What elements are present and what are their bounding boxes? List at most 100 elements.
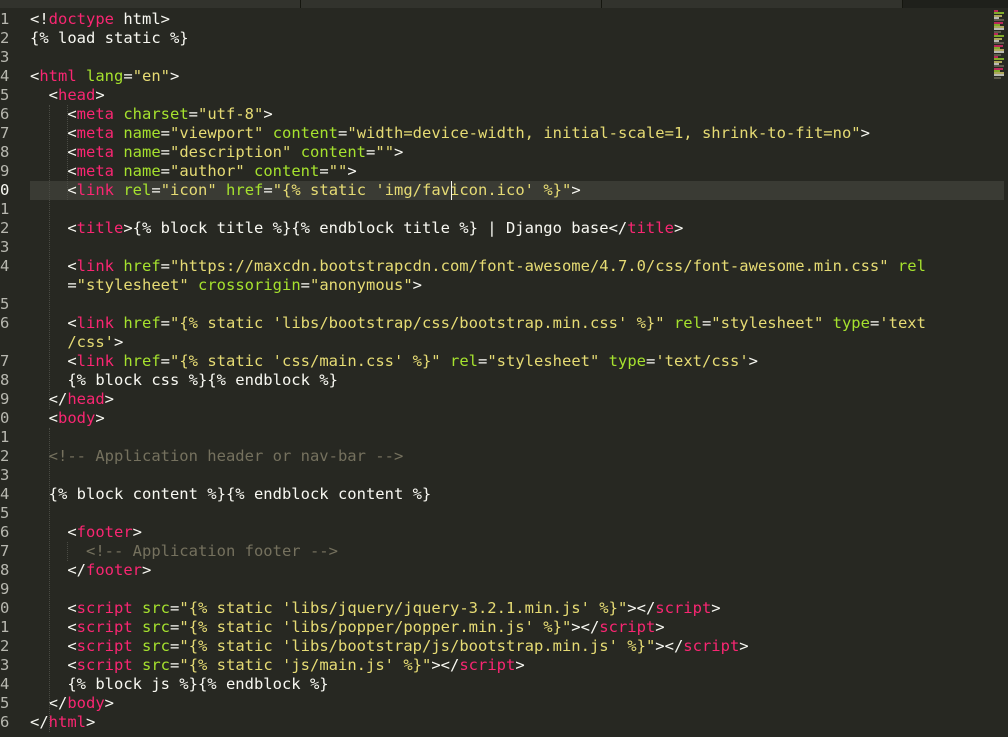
code-token: content (300, 143, 367, 161)
code-token: "utf-8" (198, 105, 264, 123)
code-line[interactable]: <link href="{% static 'css/main.css' %}"… (30, 352, 758, 371)
code-token: > (95, 86, 105, 104)
code-line[interactable]: <script src="{% static 'libs/bootstrap/j… (30, 637, 748, 656)
code-line[interactable]: <footer> (30, 523, 142, 542)
code-token: src (142, 637, 171, 655)
code-token: > (142, 561, 152, 579)
code-line[interactable]: {% load static %} (30, 29, 189, 48)
code-line[interactable]: {% block css %}{% endblock %} (30, 371, 338, 390)
line-number: 1 (0, 10, 10, 28)
code-token: name (123, 162, 161, 180)
code-token: < (30, 618, 77, 636)
code-token: </ (30, 561, 86, 579)
line-number: 4 (0, 67, 10, 85)
code-token: < (30, 314, 77, 332)
code-token: > (515, 656, 525, 674)
code-token: = (188, 105, 199, 123)
code-editor[interactable]: 123456789012345678901234567890123456 <!d… (0, 0, 1008, 737)
code-token: "en" (132, 67, 171, 85)
editor-tab[interactable] (0, 0, 301, 8)
code-line[interactable]: </body> (30, 694, 114, 713)
code-token: < (30, 219, 77, 237)
text-cursor (451, 181, 452, 200)
line-number: 9 (0, 390, 10, 408)
line-number: 7 (0, 124, 10, 142)
line-number: 2 (0, 447, 10, 465)
line-number: 8 (0, 371, 10, 389)
code-line[interactable]: <title>{% block title %}{% endblock titl… (30, 219, 683, 238)
code-line[interactable]: {% block js %}{% endblock %} (30, 675, 328, 694)
code-line[interactable]: /css'> (30, 333, 123, 352)
code-line[interactable]: <link href="{% static 'libs/bootstrap/cs… (30, 314, 926, 333)
code-token: link (76, 352, 114, 370)
minimap-line (994, 76, 1001, 79)
code-token: > (347, 162, 357, 180)
code-line[interactable]: {% block content %}{% endblock content %… (30, 485, 432, 504)
code-token: <! (30, 10, 49, 28)
code-token: "{% static 'js/main.js' %}" (179, 656, 432, 674)
code-token: = (645, 352, 656, 370)
code-token: rel (673, 314, 702, 332)
code-token: html (48, 713, 86, 731)
code-token: = (170, 618, 180, 636)
code-line[interactable]: <script src="{% static 'libs/jquery/jque… (30, 599, 720, 618)
code-token: < (30, 523, 77, 541)
code-line[interactable]: <!-- Application footer --> (30, 542, 338, 561)
line-number: 1 (0, 618, 10, 636)
vertical-scrollbar[interactable] (1004, 8, 1008, 737)
editor-tab[interactable] (602, 0, 903, 8)
code-line[interactable]: <html lang="en"> (30, 67, 179, 86)
code-area[interactable]: <!doctype html> {% load static %} <html la… (30, 8, 1005, 737)
code-token: "viewport" (170, 124, 264, 142)
code-line[interactable]: <body> (30, 409, 105, 428)
line-number (0, 333, 22, 352)
code-line[interactable]: <script src="{% static 'libs/popper/popp… (30, 618, 664, 637)
code-line[interactable]: <meta name="description" content=""> (30, 143, 403, 162)
indent-guide (67, 542, 68, 561)
code-line[interactable]: <meta name="viewport" content="width=dev… (30, 124, 870, 143)
code-line[interactable]: <link href="https://maxcdn.bootstrapcdn.… (30, 257, 926, 276)
code-line[interactable]: <script src="{% static 'js/main.js' %}">… (30, 656, 525, 675)
tab-bar[interactable] (0, 0, 1008, 8)
line-number: 4 (0, 485, 10, 503)
line-number: 9 (0, 162, 10, 180)
code-line[interactable]: <head> (30, 86, 105, 105)
code-token: script (599, 618, 656, 636)
code-token: script (76, 618, 133, 636)
code-token: <!-- Application header or nav-bar --> (30, 447, 404, 465)
code-token: rel (449, 352, 478, 370)
code-token: title (627, 219, 674, 237)
indent-guide (67, 105, 68, 200)
code-line[interactable]: <!-- Application header or nav-bar --> (30, 447, 404, 466)
code-line[interactable]: <meta name="author" content=""> (30, 162, 357, 181)
code-token: <!-- Application footer --> (30, 542, 338, 560)
code-line[interactable]: </head> (30, 390, 114, 409)
line-number: 6 (0, 713, 10, 731)
code-token: < (30, 143, 77, 161)
code-line[interactable]: <!doctype html> (30, 10, 170, 29)
code-token: < (30, 637, 77, 655)
code-line[interactable]: </html> (30, 713, 95, 732)
code-token: > (394, 143, 404, 161)
code-token: = (160, 124, 171, 142)
code-token: = (123, 67, 133, 85)
editor-tab[interactable] (301, 0, 602, 8)
code-line[interactable]: <link rel="icon" href="{% static 'img/fa… (30, 181, 580, 200)
code-token: < (30, 181, 77, 199)
line-number: 5 (0, 694, 10, 712)
code-token: = (701, 314, 712, 332)
code-token: type (608, 352, 646, 370)
code-token: < (30, 162, 77, 180)
code-token: = (170, 637, 180, 655)
code-line[interactable]: ="stylesheet" crossorigin="anonymous"> (30, 276, 422, 295)
code-token: src (142, 618, 171, 636)
code-token: "{% static 'libs/popper/popper.min.js' %… (179, 618, 572, 636)
